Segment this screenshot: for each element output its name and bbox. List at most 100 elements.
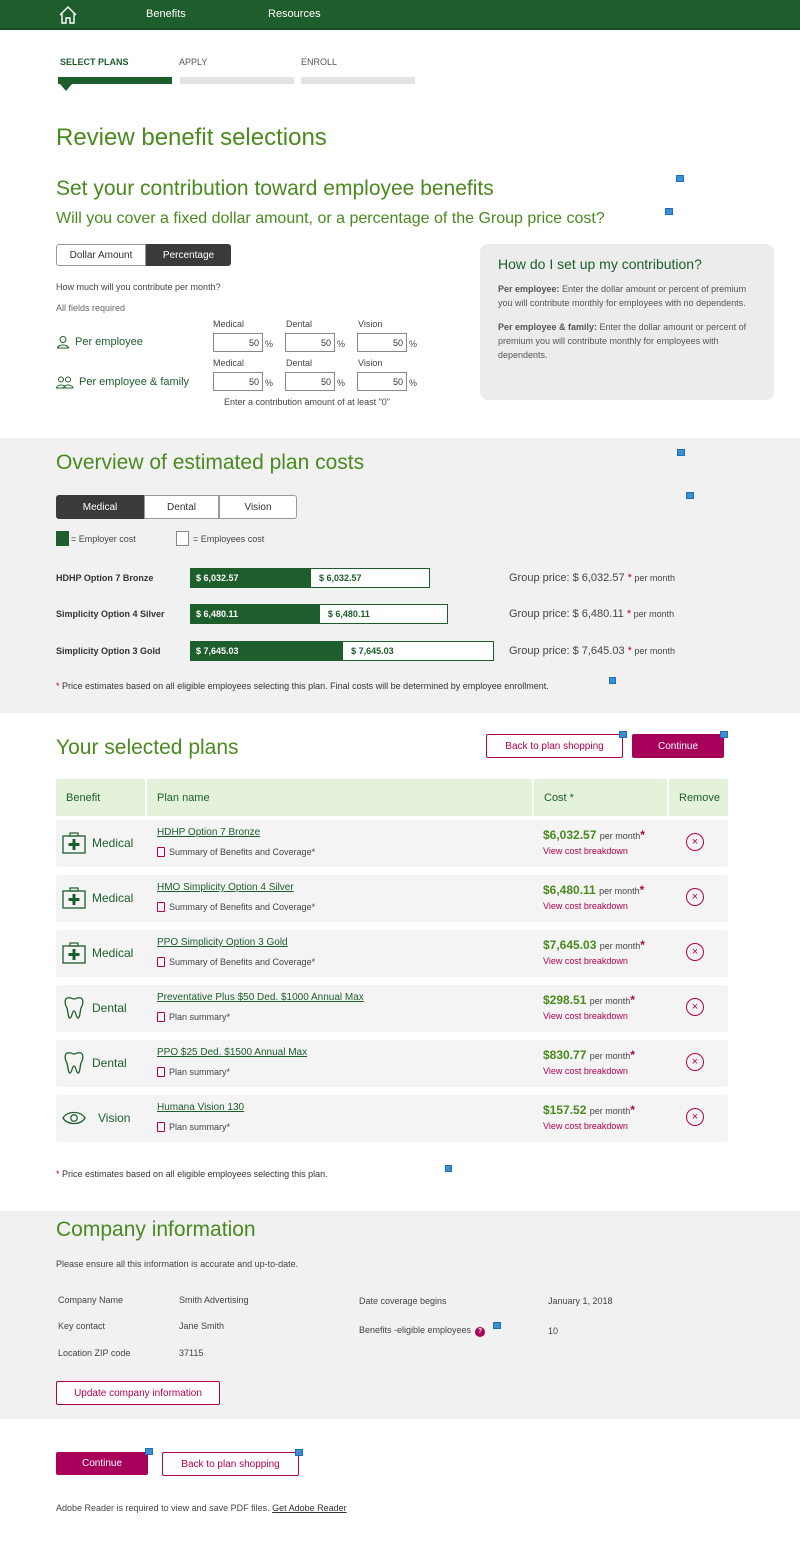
get-adobe-reader-link[interactable]: Get Adobe Reader xyxy=(272,1503,347,1513)
plan-document-link[interactable]: Plan summary* xyxy=(157,1012,230,1022)
annotation-note-icon[interactable] xyxy=(665,208,673,215)
annotation-note-icon[interactable] xyxy=(493,1322,501,1329)
col-head-vision: Vision xyxy=(358,358,383,368)
benefit-label: Medical xyxy=(92,836,134,850)
contribution-title: Set your contribution toward employee be… xyxy=(56,177,494,200)
plan-document-link[interactable]: Summary of Benefits and Coverage* xyxy=(157,957,315,967)
coverage-date-label: Date coverage begins xyxy=(359,1296,447,1306)
nav-benefits[interactable]: Benefits xyxy=(146,8,186,20)
view-cost-breakdown-link[interactable]: View cost breakdown xyxy=(543,846,628,856)
view-cost-breakdown-link[interactable]: View cost breakdown xyxy=(543,1066,628,1076)
progress-steps: SELECT PLANS APPLY ENROLL xyxy=(58,57,418,97)
footer-continue-button[interactable]: Continue xyxy=(56,1452,148,1475)
plan-document-link[interactable]: Summary of Benefits and Coverage* xyxy=(157,847,315,857)
annotation-note-icon[interactable] xyxy=(619,731,627,738)
plan-name-link[interactable]: HMO Simplicity Option 4 Silver xyxy=(157,882,294,893)
employer-cost-bar: $ 7,645.03 xyxy=(191,642,344,660)
back-to-plan-shopping-button[interactable]: Back to plan shopping xyxy=(486,734,623,758)
step-apply: APPLY xyxy=(179,57,208,67)
remove-plan-icon[interactable]: × xyxy=(686,888,704,906)
per-employee-dental-input[interactable]: 50 xyxy=(285,333,335,352)
footer-back-button[interactable]: Back to plan shopping xyxy=(162,1452,299,1476)
plan-name-link[interactable]: PPO Simplicity Option 3 Gold xyxy=(157,937,288,948)
plan-document-link[interactable]: Plan summary* xyxy=(157,1122,230,1132)
annotation-note-icon[interactable] xyxy=(677,449,685,456)
continue-button[interactable]: Continue xyxy=(632,734,724,758)
annotation-marker-icon[interactable] xyxy=(445,1165,452,1172)
document-icon xyxy=(157,1012,165,1022)
company-name-label: Company Name xyxy=(58,1295,124,1305)
view-cost-breakdown-link[interactable]: View cost breakdown xyxy=(543,901,628,911)
annotation-note-icon[interactable] xyxy=(295,1449,303,1456)
remove-plan-icon[interactable]: × xyxy=(686,943,704,961)
toggle-dollar-amount[interactable]: Dollar Amount xyxy=(56,244,146,266)
step-select-plans: SELECT PLANS xyxy=(60,57,129,67)
view-cost-breakdown-link[interactable]: View cost breakdown xyxy=(543,1121,628,1131)
plan-name-link[interactable]: Humana Vision 130 xyxy=(157,1102,244,1113)
remove-plan-icon[interactable]: × xyxy=(686,1053,704,1071)
remove-plan-icon[interactable]: × xyxy=(686,833,704,851)
help-title: How do I set up my contribution? xyxy=(498,256,702,272)
annotation-note-icon[interactable] xyxy=(676,175,684,182)
group-price-label: Group price: $ 7,645.03 * per month xyxy=(509,645,675,657)
update-company-info-button[interactable]: Update company information xyxy=(56,1381,220,1405)
legend-employee-label: = Employees cost xyxy=(193,534,265,544)
tab-vision[interactable]: Vision xyxy=(219,495,297,519)
legend-employer-label: = Employer cost xyxy=(71,534,136,544)
col-head-medical: Medical xyxy=(213,319,245,329)
per-employee-medical-input[interactable]: 50 xyxy=(213,333,263,352)
remove-plan-icon[interactable]: × xyxy=(686,998,704,1016)
tab-dental[interactable]: Dental xyxy=(144,495,219,519)
tooth-icon xyxy=(62,997,86,1019)
help-per-family: Per employee & family: Enter the dollar … xyxy=(498,322,747,360)
document-icon xyxy=(157,957,165,967)
per-employee-vision-input[interactable]: 50 xyxy=(357,333,407,352)
nav-resources[interactable]: Resources xyxy=(268,8,321,20)
contribution-help-box: How do I set up my contribution? Per emp… xyxy=(480,244,774,400)
tab-medical[interactable]: Medical xyxy=(56,495,144,519)
home-icon[interactable] xyxy=(58,5,78,25)
family-icon xyxy=(56,376,74,389)
eligible-employees-label: Benefits -eligible employees? xyxy=(359,1325,486,1337)
annotation-note-icon[interactable] xyxy=(720,731,728,738)
annotation-marker-icon[interactable] xyxy=(609,677,616,684)
group-price-label: Group price: $ 6,480.11 * per month xyxy=(509,608,675,620)
remove-plan-icon[interactable]: × xyxy=(686,1108,704,1126)
step-bar-1 xyxy=(58,77,172,84)
plan-name-link[interactable]: Preventative Plus $50 Ded. $1000 Annual … xyxy=(157,992,364,1003)
selected-footnote: * Price estimates based on all eligible … xyxy=(56,1169,328,1179)
legend-employer-swatch xyxy=(56,531,69,546)
pct-sign: % xyxy=(337,378,346,388)
help-per-employee: Per employee: Enter the dollar amount or… xyxy=(498,284,747,308)
help-icon[interactable]: ? xyxy=(475,1327,486,1337)
benefit-cell: Dental xyxy=(62,1052,127,1074)
view-cost-breakdown-link[interactable]: View cost breakdown xyxy=(543,956,628,966)
chart-bar-track: $ 6,480.11 $ 6,480.11 xyxy=(190,604,448,624)
contribution-type-toggle: Dollar Amount Percentage xyxy=(56,244,231,266)
pct-sign: % xyxy=(337,339,346,349)
benefit-label: Vision xyxy=(98,1111,131,1125)
per-family-dental-input[interactable]: 50 xyxy=(285,372,335,391)
top-nav: Benefits Resources xyxy=(0,0,800,30)
plan-document-link[interactable]: Summary of Benefits and Coverage* xyxy=(157,902,315,912)
key-contact-label: Key contact xyxy=(58,1321,106,1331)
plan-name-link[interactable]: PPO $25 Ded. $1500 Annual Max xyxy=(157,1047,307,1058)
zip-value: 37115 xyxy=(179,1348,204,1358)
overview-title: Overview of estimated plan costs xyxy=(56,451,365,474)
table-row: Dental Preventative Plus $50 Ded. $1000 A… xyxy=(56,985,728,1032)
plan-cost: $7,645.03 per month* xyxy=(543,938,645,952)
plan-document-link[interactable]: Plan summary* xyxy=(157,1067,230,1077)
contribution-hint: Enter a contribution amount of at least … xyxy=(224,397,390,407)
employee-cost-bar: $ 6,032.57 xyxy=(319,573,362,583)
plan-name-link[interactable]: HDHP Option 7 Bronze xyxy=(157,827,260,838)
legend-employee-swatch xyxy=(176,531,189,546)
per-family-medical-input[interactable]: 50 xyxy=(213,372,263,391)
annotation-note-icon[interactable] xyxy=(145,1448,153,1455)
toggle-percentage[interactable]: Percentage xyxy=(146,244,231,266)
benefit-cell: Dental xyxy=(62,997,127,1019)
view-cost-breakdown-link[interactable]: View cost breakdown xyxy=(543,1011,628,1021)
per-family-vision-input[interactable]: 50 xyxy=(357,372,407,391)
overview-footnote: * Price estimates based on all eligible … xyxy=(56,681,549,691)
medical-kit-icon xyxy=(62,887,86,909)
annotation-note-icon[interactable] xyxy=(686,492,694,499)
